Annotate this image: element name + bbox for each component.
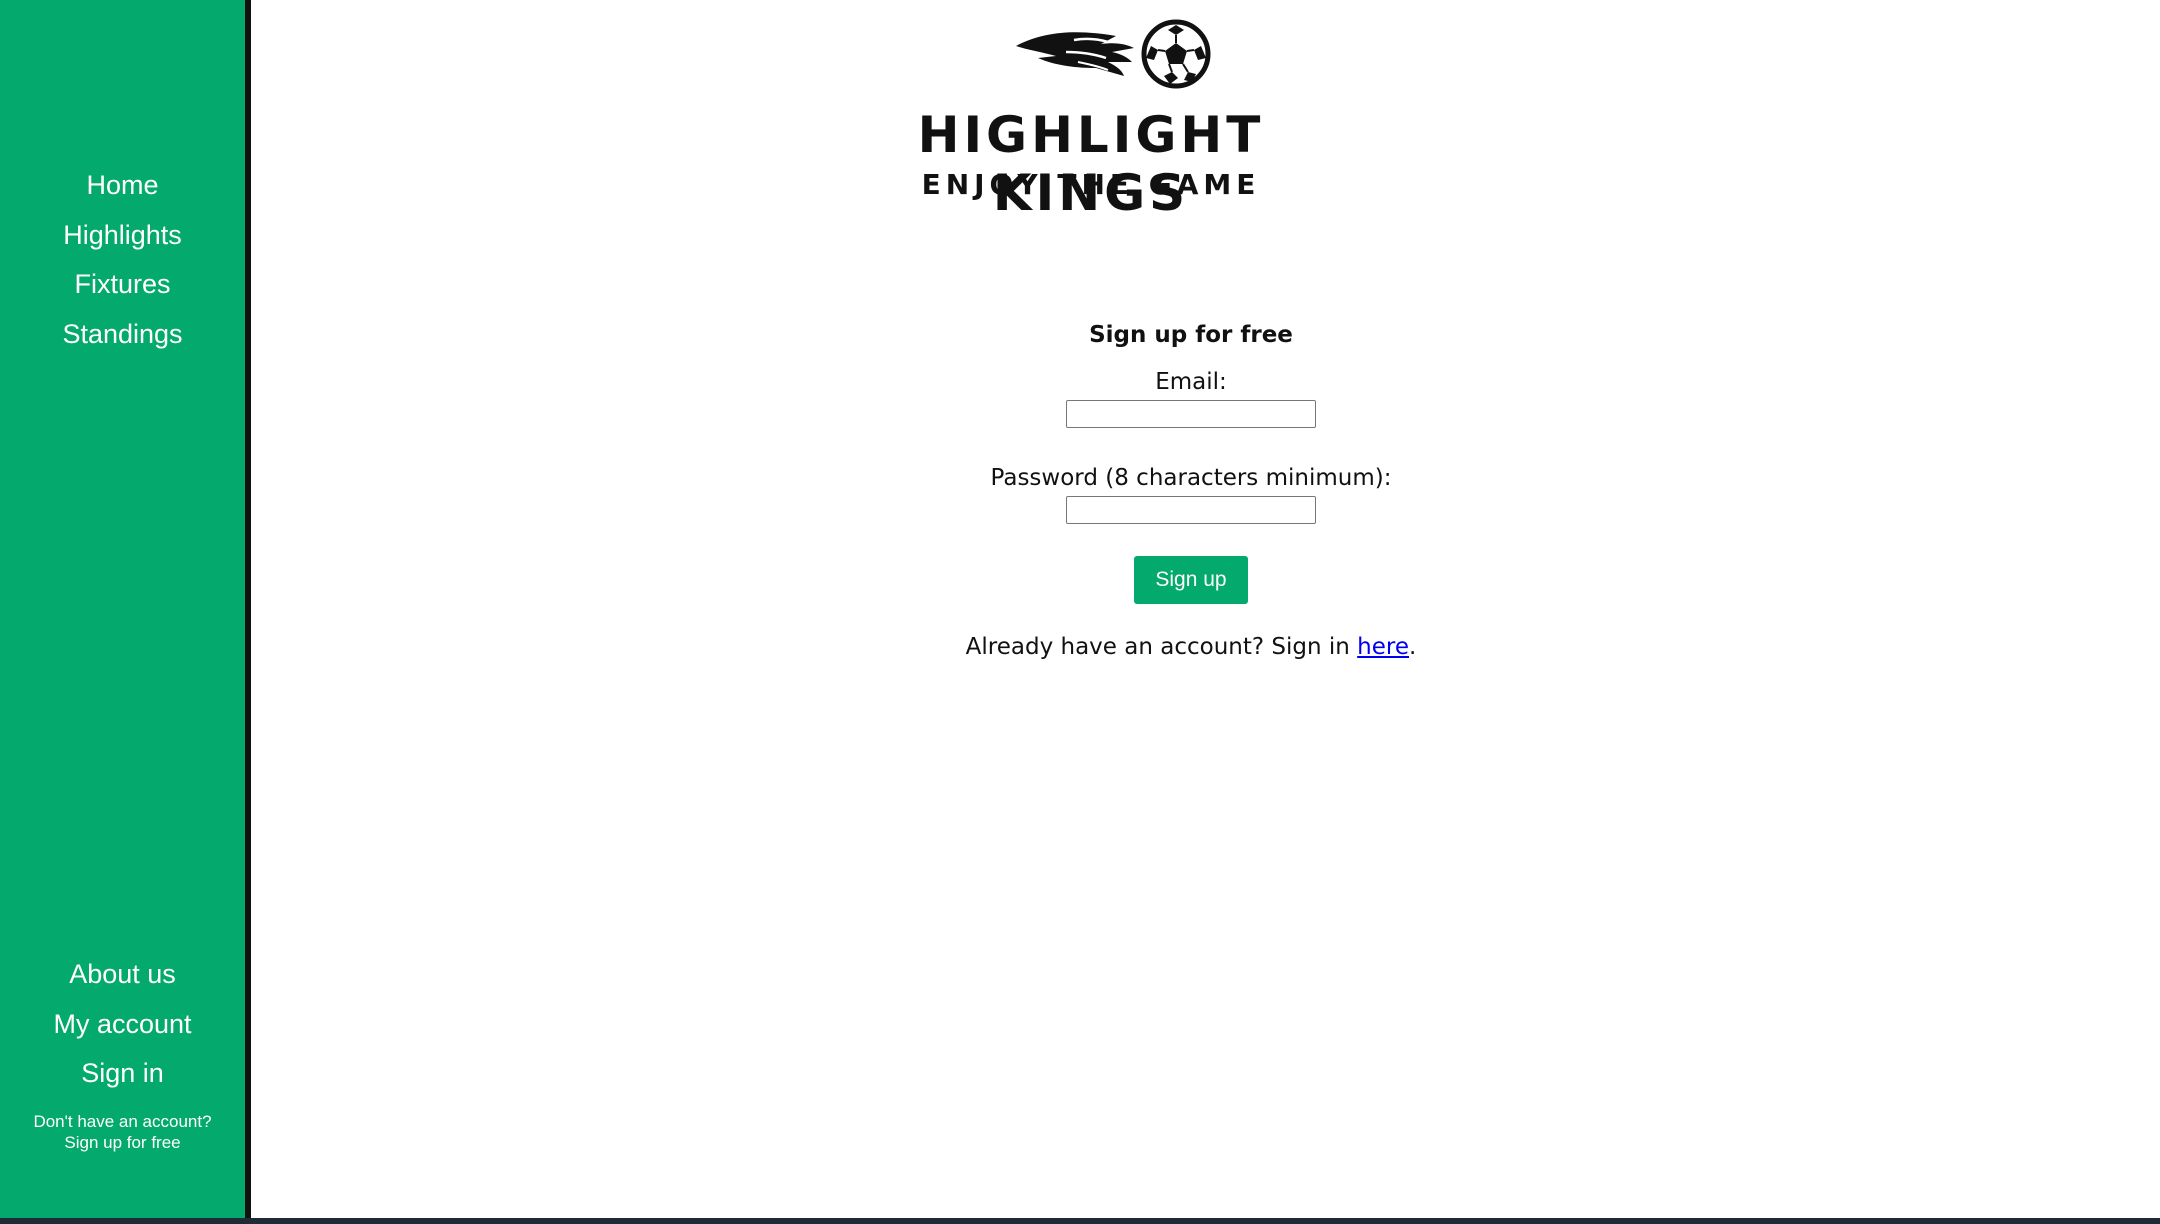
signup-form: Sign up for free Email: Password (8 char… xyxy=(931,322,1451,660)
sidebar-top-nav: Home Highlights Fixtures Standings xyxy=(0,161,245,359)
logo-title: HIGHLIGHT KINGS xyxy=(917,106,1265,222)
field-spacer xyxy=(931,428,1451,464)
sidebar-item-fixtures[interactable]: Fixtures xyxy=(0,260,245,310)
signup-note-line1: Don't have an account? xyxy=(33,1111,212,1131)
sidebar-item-standings[interactable]: Standings xyxy=(0,310,245,360)
sidebar-item-my-account[interactable]: My account xyxy=(0,1000,245,1050)
signin-prompt: Already have an account? Sign in here. xyxy=(931,634,1451,660)
logo-subtitle: ENJOY THE GAME xyxy=(921,168,1261,201)
email-label: Email: xyxy=(1155,369,1227,395)
signup-note-line2: Sign up for free xyxy=(64,1132,181,1152)
soccer-ball-icon xyxy=(1016,19,1211,89)
sidebar-item-highlights[interactable]: Highlights xyxy=(0,211,245,261)
sidebar: Home Highlights Fixtures Standings About… xyxy=(0,0,251,1218)
password-label: Password (8 characters minimum): xyxy=(990,465,1392,491)
site-logo: HIGHLIGHT KINGS ENJOY THE GAME xyxy=(816,8,1366,222)
password-input[interactable] xyxy=(1066,496,1316,524)
main-content: HIGHLIGHT KINGS ENJOY THE GAME Sign up f… xyxy=(251,0,2160,1218)
sidebar-item-home[interactable]: Home xyxy=(0,161,245,211)
sidebar-bottom-nav: About us My account Sign in Don't have a… xyxy=(0,950,245,1153)
signin-link[interactable]: here xyxy=(1357,634,1409,660)
form-title: Sign up for free xyxy=(1089,322,1293,348)
signup-button[interactable]: Sign up xyxy=(1134,556,1248,604)
signin-suffix: . xyxy=(1409,634,1417,660)
email-input[interactable] xyxy=(1066,400,1316,428)
sidebar-item-sign-in[interactable]: Sign in xyxy=(0,1049,245,1099)
taskbar-strip xyxy=(0,1218,2160,1224)
signin-prefix: Already have an account? Sign in xyxy=(965,634,1358,660)
sidebar-signup-link[interactable]: Don't have an account? Sign up for free xyxy=(0,1111,245,1153)
sidebar-item-about-us[interactable]: About us xyxy=(0,950,245,1000)
